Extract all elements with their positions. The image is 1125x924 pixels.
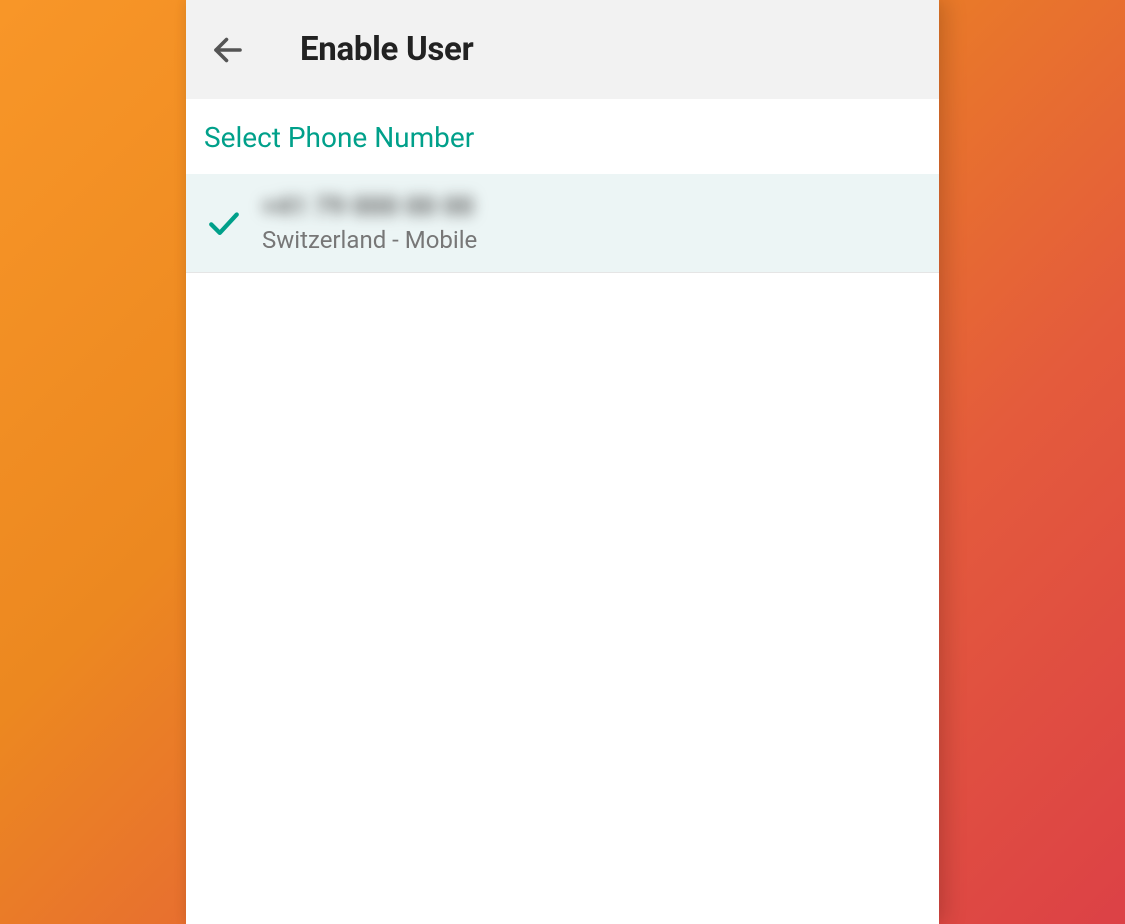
back-button[interactable]	[204, 26, 252, 74]
phone-type-label: Switzerland - Mobile	[262, 226, 477, 254]
header-bar: Enable User	[186, 0, 939, 99]
phone-details: +41 79 000 00 00 Switzerland - Mobile	[262, 192, 477, 254]
section-label: Select Phone Number	[186, 99, 939, 174]
check-icon	[204, 203, 244, 243]
phone-number: +41 79 000 00 00	[262, 192, 477, 222]
app-frame: Enable User Select Phone Number +41 79 0…	[186, 0, 939, 924]
content-area	[186, 273, 939, 924]
page-title: Enable User	[300, 30, 473, 69]
arrow-left-icon	[210, 32, 246, 68]
phone-number-item[interactable]: +41 79 000 00 00 Switzerland - Mobile	[186, 174, 939, 273]
